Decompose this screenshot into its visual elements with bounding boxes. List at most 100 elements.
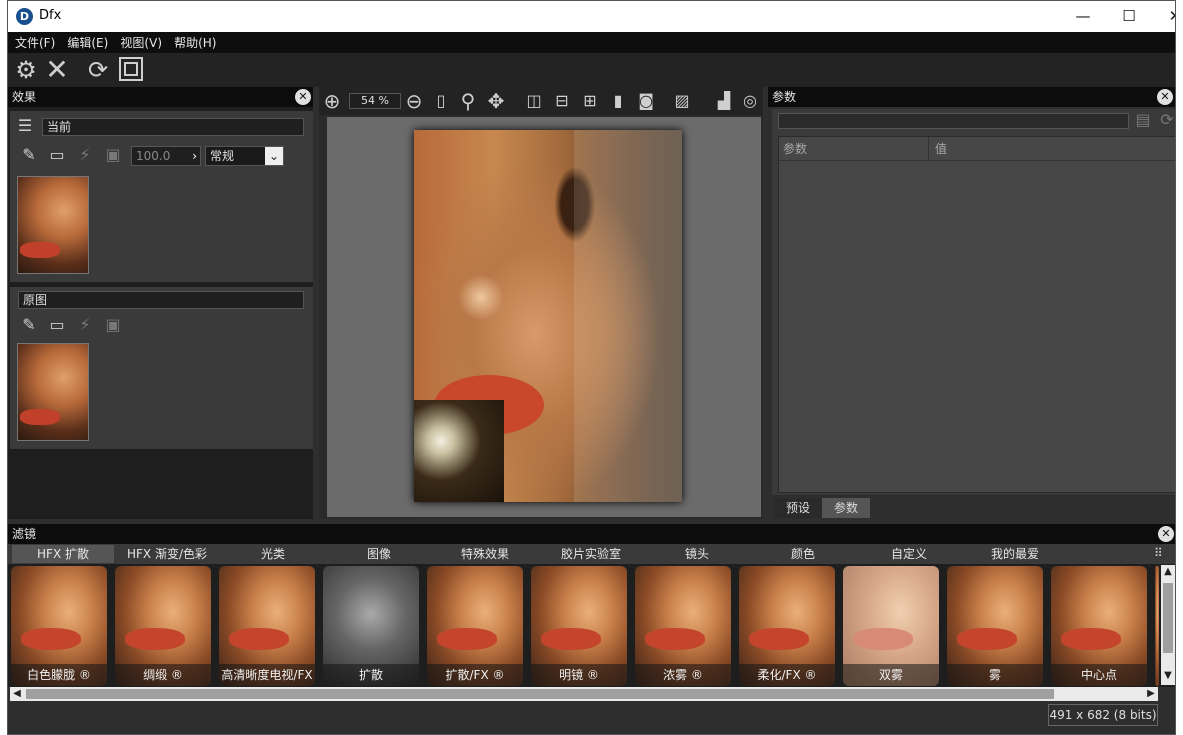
scroll-left-icon[interactable]: ◀: [10, 687, 24, 701]
zoom-out-icon[interactable]: ⊖: [403, 90, 425, 112]
pan-icon[interactable]: ✥: [485, 90, 507, 112]
refresh-icon[interactable]: ⟳: [84, 56, 112, 84]
zoom-field[interactable]: 54 %: [349, 93, 401, 109]
tab-special[interactable]: 特殊效果: [432, 545, 538, 563]
filter-thumb[interactable]: 浓雾 ®: [635, 566, 731, 686]
chevron-down-icon[interactable]: ⌄: [265, 147, 283, 165]
filter-label: 白色朦胧 ®: [11, 664, 107, 686]
camera-icon[interactable]: ◙: [635, 90, 657, 112]
tab-hfx-diffusion[interactable]: HFX 扩散: [12, 545, 114, 563]
filter-thumb[interactable]: 高清晰度电视/FX: [219, 566, 315, 686]
filter-thumb[interactable]: 扩散/FX ®: [427, 566, 523, 686]
preset-name-field[interactable]: [778, 113, 1129, 129]
reload-icon[interactable]: ⟳: [1156, 109, 1175, 131]
edit-icon-2[interactable]: ✎: [18, 314, 40, 336]
filter-thumb[interactable]: 中心点: [1051, 566, 1147, 686]
split-vertical-icon[interactable]: ◫: [523, 90, 545, 112]
tab-custom[interactable]: 自定义: [856, 545, 962, 563]
document-icon[interactable]: ▤: [1132, 109, 1154, 131]
filter-thumb[interactable]: 柔化/FX ®: [739, 566, 835, 686]
preview-canvas[interactable]: [327, 117, 761, 517]
monitor-icon-2[interactable]: ▭: [46, 314, 68, 336]
col-value-header[interactable]: 值: [929, 137, 1175, 161]
magnifier-icon[interactable]: ⚲: [457, 90, 479, 112]
filter-thumb-partial[interactable]: [1155, 566, 1159, 686]
tab-favorites[interactable]: 我的最爱: [962, 545, 1068, 563]
effects-panel-header: 效果: [8, 87, 313, 107]
image-info: 491 x 682 (8 bits): [1048, 704, 1158, 726]
histogram-icon[interactable]: ▟: [713, 90, 735, 112]
filter-label: 扩散: [323, 664, 419, 686]
close-window-button[interactable]: ✕: [1152, 1, 1175, 32]
filter-label: 柔化/FX ®: [739, 664, 835, 686]
tab-image[interactable]: 图像: [326, 545, 432, 563]
params-panel-title: 参数: [772, 90, 797, 104]
loupe-icon[interactable]: ◎: [739, 90, 761, 112]
filter-thumb[interactable]: 明镜 ®: [531, 566, 627, 686]
close-x-icon[interactable]: ✕: [43, 56, 71, 84]
minimize-button[interactable]: —: [1060, 1, 1106, 32]
tab-light[interactable]: 光类: [220, 545, 326, 563]
fit-frame-icon[interactable]: [117, 56, 145, 84]
filter-label: 明镜 ®: [531, 664, 627, 686]
chevron-right-icon[interactable]: ›: [192, 147, 197, 165]
edit-icon[interactable]: ✎: [18, 144, 40, 166]
page-icon[interactable]: ▮: [607, 90, 629, 112]
filters-panel-title: 滤镜: [12, 527, 37, 541]
tab-params[interactable]: 参数: [822, 498, 870, 518]
menu-view[interactable]: 视图(V): [120, 33, 162, 54]
blend-mode-value: 常规: [210, 149, 235, 163]
filter-thumb[interactable]: 双雾: [843, 566, 939, 686]
tab-color[interactable]: 颜色: [750, 545, 856, 563]
lightning-icon-2[interactable]: ⚡: [74, 314, 96, 336]
filter-label: 高清晰度电视/FX: [219, 664, 315, 686]
original-label: 原图: [18, 291, 304, 309]
lightning-icon[interactable]: ⚡: [74, 144, 96, 166]
tab-film-lab[interactable]: 胶片实验室: [538, 545, 644, 563]
filter-thumb[interactable]: 白色朦胧 ®: [11, 566, 107, 686]
filter-label: 绸缎 ®: [115, 664, 211, 686]
split-half-icon[interactable]: ⊟: [551, 90, 573, 112]
menu-help[interactable]: 帮助(H): [174, 33, 216, 54]
original-section: 原图 ✎ ▭ ⚡ ▣: [10, 287, 313, 449]
monitor-icon[interactable]: ▭: [46, 144, 68, 166]
filter-thumb[interactable]: 雾: [947, 566, 1043, 686]
split-horizontal-icon[interactable]: ⊞: [579, 90, 601, 112]
frame-icon[interactable]: ▣: [102, 144, 124, 166]
blend-mode-select[interactable]: 常规 ⌄: [205, 146, 284, 166]
params-panel-close-icon[interactable]: ✕: [1157, 89, 1173, 105]
scroll-right-icon[interactable]: ▶: [1144, 687, 1158, 701]
scroll-thumb-vertical[interactable]: [1163, 583, 1173, 653]
filter-thumb[interactable]: 绸缎 ®: [115, 566, 211, 686]
fit-height-icon[interactable]: ▯: [430, 90, 452, 112]
filter-label: 雾: [947, 664, 1043, 686]
col-param-header[interactable]: 参数: [779, 137, 929, 161]
opacity-stepper[interactable]: 100.0 ›: [131, 146, 201, 166]
tab-lens[interactable]: 镜头: [644, 545, 750, 563]
filters-panel-close-icon[interactable]: ✕: [1158, 526, 1174, 542]
effects-panel-close-icon[interactable]: ✕: [295, 89, 311, 105]
viewer-toolbar: ⊕ 54 % ⊖ ▯ ⚲ ✥ ◫ ⊟ ⊞ ▮ ◙ ▨ ▟ ◎: [319, 87, 763, 115]
filters-panel-header: 滤镜: [8, 524, 1175, 544]
zoom-in-icon[interactable]: ⊕: [321, 90, 343, 112]
scroll-down-icon[interactable]: ▼: [1161, 669, 1175, 683]
original-thumbnail: [17, 343, 89, 441]
effects-panel: 效果 ✕ ☰ 当前 ✎ ▭ ⚡ ▣ 100.0 › 常规 ⌄ 原图 ✎ ▭ ⚡ ▣: [8, 87, 313, 519]
frame-icon-2[interactable]: ▣: [102, 314, 124, 336]
filter-thumb[interactable]: 扩散: [323, 566, 419, 686]
maximize-button[interactable]: ☐: [1106, 1, 1152, 32]
scroll-thumb-horizontal[interactable]: [26, 689, 1054, 699]
grid-view-icon[interactable]: ⠿: [1154, 546, 1163, 560]
filter-vertical-scrollbar[interactable]: ▲ ▼: [1161, 565, 1175, 685]
scroll-up-icon[interactable]: ▲: [1161, 565, 1175, 579]
tab-presets[interactable]: 预设: [774, 498, 822, 518]
menu-bar: 文件(F) 编辑(E) 视图(V) 帮助(H): [8, 32, 1175, 53]
image-icon[interactable]: ▨: [671, 90, 693, 112]
gear-icon[interactable]: ⚙: [12, 56, 40, 84]
add-layer-icon[interactable]: ☰: [14, 115, 36, 137]
params-body: ▤ ⟳ 参数 值: [772, 109, 1175, 495]
filter-horizontal-scrollbar[interactable]: ◀ ▶: [10, 687, 1158, 701]
menu-edit[interactable]: 编辑(E): [67, 33, 108, 54]
menu-file[interactable]: 文件(F): [15, 33, 55, 54]
tab-hfx-gradient[interactable]: HFX 渐变/色彩: [114, 545, 220, 563]
